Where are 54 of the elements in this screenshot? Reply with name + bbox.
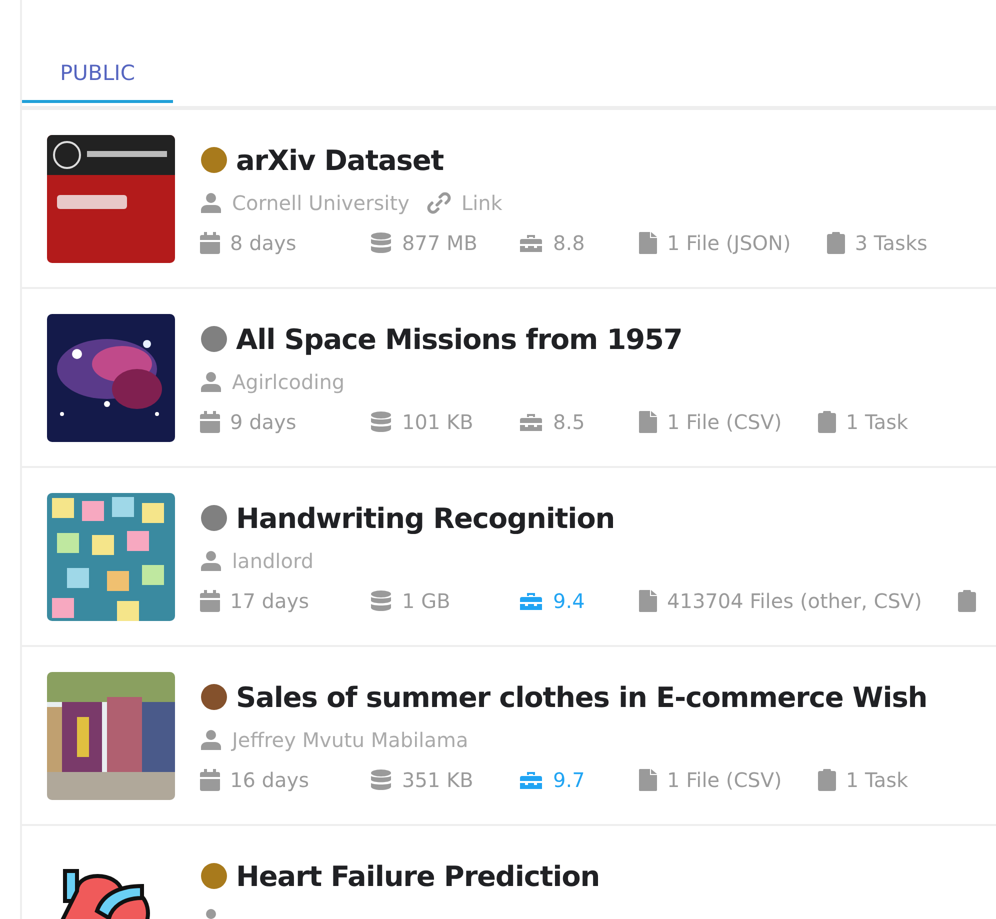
tasks-text: 1 Task xyxy=(846,768,908,792)
calendar-icon xyxy=(200,411,220,433)
clipboard-icon xyxy=(958,590,976,612)
date-text: 9 days xyxy=(230,410,296,434)
author-name: landlord xyxy=(232,549,314,573)
file-icon xyxy=(639,411,657,433)
database-icon xyxy=(370,769,392,791)
clipboard-icon xyxy=(818,411,836,433)
dataset-title[interactable]: All Space Missions from 1957 xyxy=(236,322,682,356)
files-text: 1 File (CSV) xyxy=(667,410,782,434)
link-icon xyxy=(427,191,452,215)
date-text: 8 days xyxy=(230,231,296,255)
dataset-title[interactable]: Handwriting Recognition xyxy=(236,502,615,534)
date-text: 17 days xyxy=(230,589,310,613)
files-text: 413704 Files (other, CSV) xyxy=(667,589,922,613)
person-icon xyxy=(200,371,222,393)
tasks-text: 1 Task xyxy=(846,410,908,434)
toolbox-icon xyxy=(519,233,543,253)
author-name: Agirlcoding xyxy=(232,370,345,394)
clipboard-icon xyxy=(826,232,845,254)
usability-text: 8.5 xyxy=(553,410,585,434)
usability-text: 8.8 xyxy=(553,231,585,255)
size-text: 101 KB xyxy=(402,410,474,434)
calendar-icon xyxy=(200,232,220,254)
dataset-title[interactable]: arXiv Dataset xyxy=(236,144,444,176)
tab[interactable]: PUBLIC xyxy=(22,13,173,103)
file-icon xyxy=(639,232,657,254)
database-icon xyxy=(370,590,392,612)
database-icon xyxy=(370,232,392,254)
tasks-text: 3 Tasks xyxy=(854,231,928,255)
dataset-title[interactable]: Heart Failure Prediction xyxy=(236,860,600,892)
person-icon xyxy=(200,550,222,572)
toolbox-icon xyxy=(519,412,543,432)
calendar-icon xyxy=(200,769,220,791)
size-text: 877 MB xyxy=(402,231,478,255)
usability-text: 9.7 xyxy=(553,768,585,792)
toolbox-icon xyxy=(519,770,543,790)
clipboard-icon xyxy=(818,769,836,791)
files-text: 1 File (CSV) xyxy=(667,768,782,792)
person-icon xyxy=(200,192,222,214)
database-icon xyxy=(370,411,392,433)
files-text: 1 File (JSON) xyxy=(667,231,791,255)
size-text: 351 KB xyxy=(402,768,474,792)
size-text: 1 GB xyxy=(402,589,450,613)
author-name: Jeffrey Mvutu Mabilama xyxy=(232,728,468,752)
usability-text: 9.4 xyxy=(553,589,585,613)
calendar-icon xyxy=(200,590,220,612)
author-name: Cornell University xyxy=(232,191,410,215)
dataset-title[interactable]: Sales of summer clothes in E-commerce Wish xyxy=(236,680,928,714)
file-icon xyxy=(639,590,657,612)
person-icon xyxy=(200,729,222,751)
date-text: 16 days xyxy=(230,768,310,792)
file-icon xyxy=(639,769,657,791)
toolbox-icon xyxy=(519,591,543,611)
